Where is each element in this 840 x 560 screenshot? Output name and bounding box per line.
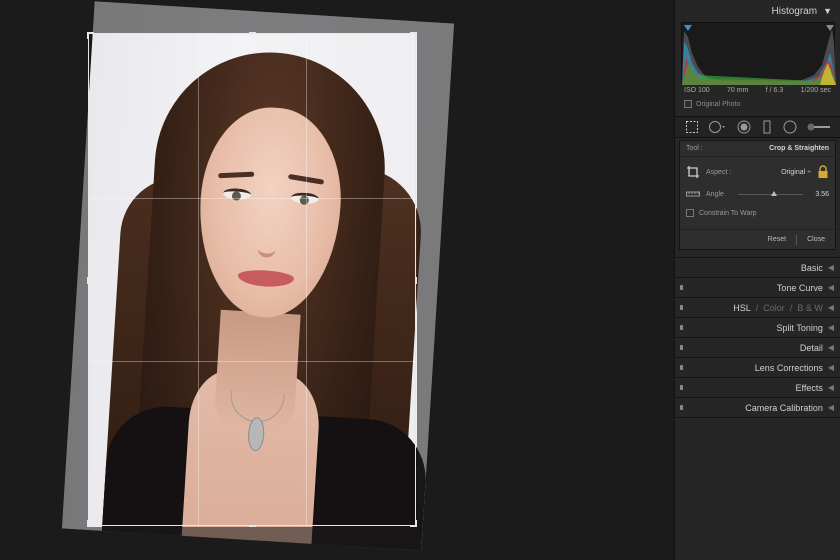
exif-aperture: f / 6.3	[765, 87, 784, 94]
histogram-exif: ISO 100 70 mm f / 6.3 1/200 sec	[675, 84, 840, 94]
develop-right-panel: Histogram ▼ ISO 100 70 mm f / 6.3 1/200 …	[674, 0, 840, 560]
triangle-left-icon[interactable]: ◀	[828, 303, 834, 312]
section-split-toning-label: Split Toning	[776, 322, 823, 333]
crop-handle-bottom[interactable]	[249, 525, 256, 527]
straighten-tool-icon[interactable]	[686, 189, 700, 199]
constrain-label: Constrain To Warp	[699, 209, 757, 217]
section-tone-curve-label: Tone Curve	[776, 282, 823, 293]
switch-icon[interactable]	[680, 285, 683, 290]
crop-dim-top	[0, 0, 674, 33]
angle-label: Angle	[706, 190, 724, 198]
crop-frame[interactable]	[87, 32, 417, 527]
original-photo-checkbox[interactable]	[684, 100, 692, 108]
section-detail[interactable]: Detail ◀	[675, 338, 840, 358]
red-eye-icon[interactable]	[737, 120, 751, 134]
section-hsl-label[interactable]: HSL	[733, 303, 751, 313]
tool-label: Tool :	[686, 145, 703, 152]
shadow-clipping-icon	[684, 25, 692, 31]
section-lens-corrections-label: Lens Corrections	[754, 362, 823, 373]
lock-icon[interactable]	[817, 165, 829, 179]
constrain-checkbox[interactable]	[686, 209, 694, 217]
switch-icon[interactable]	[680, 345, 683, 350]
triangle-left-icon[interactable]: ◀	[828, 323, 834, 332]
section-color-label[interactable]: Color	[763, 303, 785, 313]
tool-row: Tool : Crop & Straighten	[680, 141, 835, 157]
angle-row: Angle 3.56	[680, 183, 835, 205]
tool-strip	[675, 116, 840, 138]
close-button[interactable]: Close	[797, 236, 835, 243]
section-basic-label: Basic	[800, 262, 823, 273]
exif-iso: ISO 100	[684, 87, 710, 94]
divider	[675, 250, 840, 258]
reset-button[interactable]: Reset	[758, 236, 796, 243]
crop-actions: Reset Close	[680, 229, 835, 249]
angle-slider[interactable]	[738, 190, 803, 196]
section-lens-corrections[interactable]: Lens Corrections ◀	[675, 358, 840, 378]
section-camera-calibration[interactable]: Camera Calibration ◀	[675, 398, 840, 418]
crop-handle-top-right[interactable]	[415, 32, 417, 39]
radial-filter-icon[interactable]	[783, 120, 797, 134]
adjustment-brush-icon[interactable]	[806, 120, 832, 134]
section-detail-label: Detail	[799, 342, 823, 353]
triangle-left-icon[interactable]: ◀	[828, 383, 834, 392]
triangle-left-icon[interactable]: ◀	[828, 283, 834, 292]
crop-grid-line	[89, 197, 415, 199]
switch-icon[interactable]	[680, 325, 683, 330]
section-basic[interactable]: Basic ◀	[675, 258, 840, 278]
switch-icon[interactable]	[680, 405, 683, 410]
graduated-filter-icon[interactable]	[760, 120, 774, 134]
section-hsl[interactable]: HSL / Color / B & W ◀	[675, 298, 840, 318]
crop-handle-bottom-right[interactable]	[415, 520, 417, 527]
original-photo-label: Original Photo	[696, 100, 741, 108]
section-effects[interactable]: Effects ◀	[675, 378, 840, 398]
crop-overlay-icon[interactable]	[685, 120, 699, 134]
crop-handle-bottom-left[interactable]	[87, 520, 89, 527]
crop-handle-right[interactable]	[415, 277, 417, 284]
section-effects-label: Effects	[795, 382, 823, 393]
triangle-left-icon[interactable]: ◀	[828, 403, 834, 412]
angle-value[interactable]: 3.56	[813, 191, 829, 198]
exif-focal-length: 70 mm	[727, 87, 749, 94]
hsl-separator: /	[755, 302, 759, 313]
crop-handle-top[interactable]	[249, 32, 256, 34]
crop-handle-left[interactable]	[87, 277, 89, 284]
crop-grid-line	[306, 34, 308, 525]
crop-handle-top-left[interactable]	[87, 32, 89, 39]
highlight-clipping-icon	[826, 25, 834, 31]
crop-grid-line	[197, 34, 199, 525]
switch-icon[interactable]	[680, 385, 683, 390]
histogram[interactable]	[681, 22, 836, 85]
triangle-left-icon[interactable]: ◀	[828, 343, 834, 352]
crop-grid-line	[89, 361, 415, 362]
section-split-toning[interactable]: Split Toning ◀	[675, 318, 840, 338]
constrain-to-warp[interactable]: Constrain To Warp	[680, 205, 835, 221]
hsl-separator: /	[789, 302, 793, 313]
crop-dim-right	[417, 33, 674, 527]
spot-removal-icon[interactable]	[708, 120, 728, 134]
switch-icon[interactable]	[680, 365, 683, 370]
aspect-label: Aspect :	[706, 168, 732, 176]
exif-shutter: 1/200 sec	[800, 87, 831, 94]
section-camera-calibration-label: Camera Calibration	[745, 402, 823, 413]
triangle-down-icon[interactable]: ▼	[823, 6, 832, 16]
aspect-row: Aspect : Original ÷	[680, 157, 835, 183]
histogram-header[interactable]: Histogram ▼	[675, 0, 840, 22]
crop-frame-icon[interactable]	[686, 165, 700, 179]
histogram-graph	[682, 25, 836, 85]
histogram-title: Histogram	[771, 5, 818, 17]
switch-icon[interactable]	[680, 305, 683, 310]
section-tone-curve[interactable]: Tone Curve ◀	[675, 278, 840, 298]
triangle-left-icon[interactable]: ◀	[828, 363, 834, 372]
crop-dim-left	[0, 33, 88, 527]
tool-value: Crop & Straighten	[769, 145, 829, 152]
original-photo-toggle[interactable]: Original Photo	[675, 94, 840, 108]
crop-dim-bottom	[0, 527, 674, 560]
triangle-left-icon[interactable]: ◀	[828, 263, 834, 272]
aspect-dropdown[interactable]: Original ÷	[770, 169, 811, 176]
section-bw-label[interactable]: B & W	[797, 303, 823, 313]
angle-slider-thumb[interactable]	[770, 190, 777, 196]
crop-straighten-panel: Tool : Crop & Straighten Aspect : Origin…	[679, 140, 836, 250]
photo-canvas[interactable]	[0, 0, 674, 560]
